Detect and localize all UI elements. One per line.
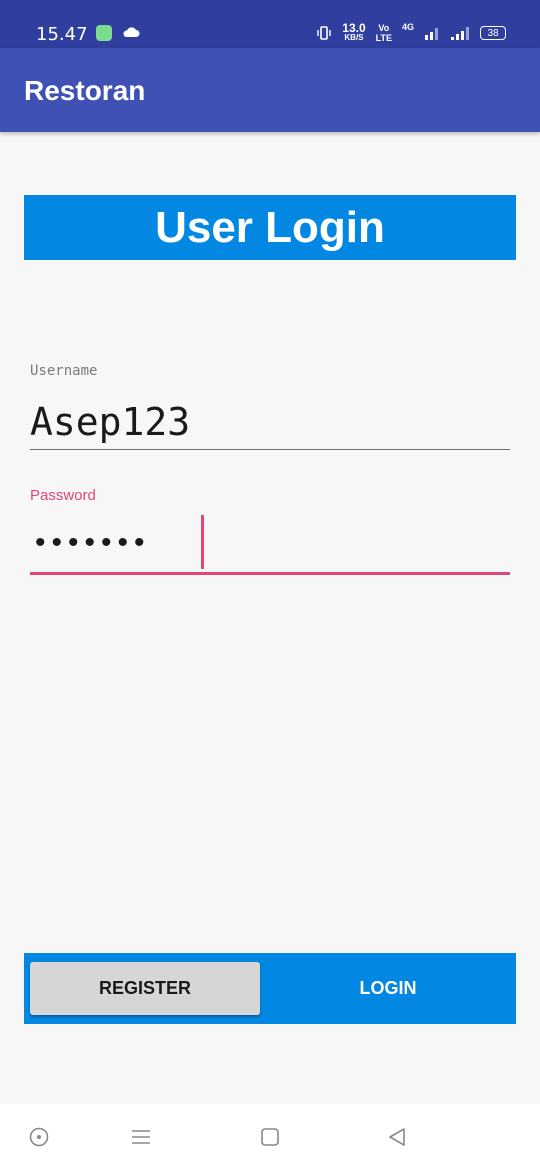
cloud-icon [123, 27, 140, 37]
status-bar: 15.47 13.0 KB/S Vo LTE 4G 38 [0, 0, 540, 48]
app-title: Restoran [24, 75, 146, 106]
menu-icon[interactable] [130, 1126, 152, 1148]
username-input[interactable] [30, 395, 510, 450]
register-button[interactable]: REGISTER [30, 962, 260, 1015]
login-button[interactable]: LOGIN [270, 962, 506, 1015]
home-icon[interactable] [259, 1126, 281, 1148]
signal-icon [451, 27, 469, 40]
recent-apps-icon[interactable] [28, 1126, 50, 1148]
status-indicators: 13.0 KB/S Vo LTE 4G 38 [316, 22, 506, 44]
volte-bottom: LTE [375, 33, 392, 43]
battery-icon: 38 [480, 26, 506, 40]
app-bar: Restoran [0, 48, 540, 132]
back-icon[interactable] [386, 1126, 408, 1148]
navigation-bar [0, 1104, 540, 1170]
network-speed: 13.0 KB/S [342, 21, 366, 43]
status-time: 15.47 [36, 24, 88, 45]
network-speed-unit: KB/S [344, 33, 364, 42]
network-speed-value: 13.0 [342, 21, 366, 35]
vibrate-icon [317, 26, 331, 40]
button-bar: REGISTER LOGIN [24, 953, 516, 1024]
signal-icon [425, 28, 438, 40]
password-masked-value: ••••••• [35, 526, 151, 559]
notification-app-icon [96, 25, 112, 41]
volte-indicator: Vo LTE [376, 23, 392, 43]
password-label: Password [30, 487, 96, 504]
password-input[interactable]: ••••••• [30, 512, 510, 575]
network-type: 4G [401, 22, 414, 32]
volte-top: Vo [378, 23, 390, 33]
text-cursor [201, 515, 204, 569]
username-label: Username [30, 363, 98, 379]
login-banner: User Login [24, 195, 516, 260]
